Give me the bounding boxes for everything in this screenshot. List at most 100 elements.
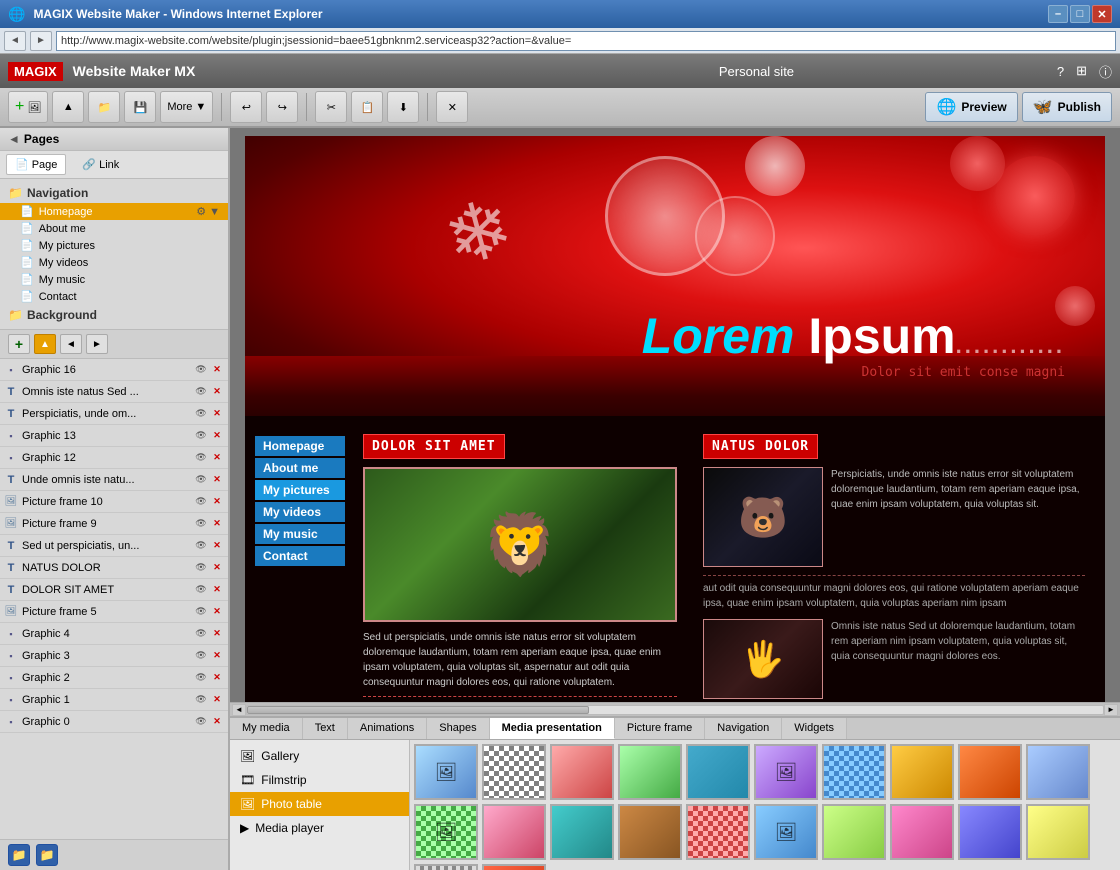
- media-thumb-16[interactable]: [822, 804, 886, 860]
- upload-button[interactable]: ▲: [52, 91, 84, 123]
- layer-eye-icon[interactable]: 👁: [194, 517, 208, 531]
- media-thumb-9[interactable]: [1026, 744, 1090, 800]
- nav-item-contact[interactable]: 📄 Contact: [0, 288, 228, 305]
- delete-button[interactable]: ✕: [436, 91, 468, 123]
- layer-delete-icon[interactable]: ✕: [210, 671, 224, 685]
- layer-delete-icon[interactable]: ✕: [210, 473, 224, 487]
- tab-my-media[interactable]: My media: [230, 718, 303, 739]
- media-thumb-7[interactable]: [890, 744, 954, 800]
- layer-item[interactable]: ▪ Graphic 1 👁 ✕: [0, 689, 228, 711]
- media-thumb-20[interactable]: 🖼: [414, 864, 478, 870]
- back-button[interactable]: ◄: [4, 31, 26, 51]
- layer-prev-button[interactable]: ◄: [60, 334, 82, 354]
- site-nav-homepage[interactable]: Homepage: [255, 436, 345, 456]
- media-thumb-11[interactable]: [482, 804, 546, 860]
- copy-button[interactable]: 📋: [351, 91, 383, 123]
- media-thumb-13[interactable]: [618, 804, 682, 860]
- layer-item[interactable]: ▪ Graphic 12 👁 ✕: [0, 447, 228, 469]
- tab-picture-frame[interactable]: Picture frame: [615, 718, 705, 739]
- tab-text[interactable]: Text: [303, 718, 348, 739]
- layer-delete-icon[interactable]: ✕: [210, 627, 224, 641]
- layer-eye-icon[interactable]: 👁: [194, 473, 208, 487]
- add-layer-button[interactable]: +: [8, 334, 30, 354]
- layer-delete-icon[interactable]: ✕: [210, 363, 224, 377]
- layer-item[interactable]: T Unde omnis iste natu... 👁 ✕: [0, 469, 228, 491]
- media-thumb-0[interactable]: 🖼: [414, 744, 478, 800]
- tab-widgets[interactable]: Widgets: [782, 718, 847, 739]
- layer-item[interactable]: 🖼 Picture frame 9 👁 ✕: [0, 513, 228, 535]
- layer-eye-icon[interactable]: 👁: [194, 385, 208, 399]
- layer-item[interactable]: ▪ Graphic 0 👁 ✕: [0, 711, 228, 733]
- media-thumb-4[interactable]: [686, 744, 750, 800]
- h-scrollbar-thumb[interactable]: [247, 706, 589, 714]
- paste-button[interactable]: ⬇: [387, 91, 419, 123]
- open-button[interactable]: 📁: [88, 91, 120, 123]
- media-thumb-8[interactable]: [958, 744, 1022, 800]
- preview-button[interactable]: 🌐 Preview: [925, 92, 1017, 122]
- layer-item[interactable]: 🖼 Picture frame 10 👁 ✕: [0, 491, 228, 513]
- media-thumb-10[interactable]: 🖼: [414, 804, 478, 860]
- layer-item[interactable]: ▪ Graphic 3 👁 ✕: [0, 645, 228, 667]
- layer-item[interactable]: T Perspiciatis, unde om... 👁 ✕: [0, 403, 228, 425]
- layer-item[interactable]: T DOLOR SIT AMET 👁 ✕: [0, 579, 228, 601]
- layer-eye-icon[interactable]: 👁: [194, 583, 208, 597]
- tab-shapes[interactable]: Shapes: [427, 718, 489, 739]
- nav-item-pictures[interactable]: 📄 My pictures: [0, 237, 228, 254]
- layer-delete-icon[interactable]: ✕: [210, 693, 224, 707]
- media-thumb-21[interactable]: [482, 864, 546, 870]
- nav-item-videos[interactable]: 📄 My videos: [0, 254, 228, 271]
- media-thumb-18[interactable]: [958, 804, 1022, 860]
- media-thumb-3[interactable]: [618, 744, 682, 800]
- layer-eye-icon[interactable]: 👁: [194, 495, 208, 509]
- nav-item-about[interactable]: 📄 About me: [0, 220, 228, 237]
- close-button[interactable]: ✕: [1092, 5, 1112, 23]
- more-button[interactable]: More ▼: [160, 91, 213, 123]
- page-tab[interactable]: 📄 Page: [6, 154, 66, 175]
- media-thumb-1[interactable]: [482, 744, 546, 800]
- layer-up-button[interactable]: ▲: [34, 334, 56, 354]
- layer-eye-icon[interactable]: 👁: [194, 451, 208, 465]
- layer-delete-icon[interactable]: ✕: [210, 583, 224, 597]
- media-item-filmstrip[interactable]: 🎞 Filmstrip: [230, 768, 409, 792]
- scroll-left-button[interactable]: ◄: [232, 704, 246, 716]
- media-item-player[interactable]: ▶ Media player: [230, 816, 409, 840]
- h-scrollbar[interactable]: ◄ ►: [230, 702, 1120, 716]
- layer-item[interactable]: T Sed ut perspiciatis, un... 👁 ✕: [0, 535, 228, 557]
- layer-delete-icon[interactable]: ✕: [210, 407, 224, 421]
- layer-delete-icon[interactable]: ✕: [210, 517, 224, 531]
- minimize-button[interactable]: –: [1048, 5, 1068, 23]
- media-thumb-2[interactable]: [550, 744, 614, 800]
- layer-item[interactable]: ▪ Graphic 2 👁 ✕: [0, 667, 228, 689]
- link-tab[interactable]: 🔗 Link: [74, 154, 127, 175]
- layer-eye-icon[interactable]: 👁: [194, 429, 208, 443]
- site-nav-about[interactable]: About me: [255, 458, 345, 478]
- media-thumb-12[interactable]: [550, 804, 614, 860]
- layer-eye-icon[interactable]: 👁: [194, 627, 208, 641]
- address-field[interactable]: [56, 31, 1116, 51]
- media-thumb-17[interactable]: [890, 804, 954, 860]
- site-nav-music[interactable]: My music: [255, 524, 345, 544]
- folder-btn-2[interactable]: 📁: [36, 844, 58, 866]
- layer-item[interactable]: T Omnis iste natus Sed ... 👁 ✕: [0, 381, 228, 403]
- layer-item[interactable]: 🖼 Picture frame 5 👁 ✕: [0, 601, 228, 623]
- layer-delete-icon[interactable]: ✕: [210, 451, 224, 465]
- help2-button[interactable]: ⊞: [1076, 63, 1087, 79]
- media-thumb-14[interactable]: [686, 804, 750, 860]
- tab-animations[interactable]: Animations: [348, 718, 427, 739]
- undo-button[interactable]: ↩: [230, 91, 262, 123]
- layer-eye-icon[interactable]: 👁: [194, 649, 208, 663]
- site-nav-contact[interactable]: Contact: [255, 546, 345, 566]
- layer-eye-icon[interactable]: 👁: [194, 363, 208, 377]
- help-button[interactable]: ?: [1057, 64, 1064, 79]
- h-scrollbar-track[interactable]: [246, 705, 1104, 715]
- layer-eye-icon[interactable]: 👁: [194, 407, 208, 421]
- collapse-arrow[interactable]: ◄: [8, 132, 20, 146]
- publish-button[interactable]: 🦋 Publish: [1022, 92, 1112, 122]
- layer-delete-icon[interactable]: ✕: [210, 385, 224, 399]
- new-button[interactable]: + 🖼: [8, 91, 48, 123]
- layer-delete-icon[interactable]: ✕: [210, 649, 224, 663]
- layer-next-button[interactable]: ►: [86, 334, 108, 354]
- layer-eye-icon[interactable]: 👁: [194, 693, 208, 707]
- canvas-scroll[interactable]: ❄ Lorem Ipsum............ Dolor sit emit…: [230, 128, 1120, 702]
- layer-delete-icon[interactable]: ✕: [210, 715, 224, 729]
